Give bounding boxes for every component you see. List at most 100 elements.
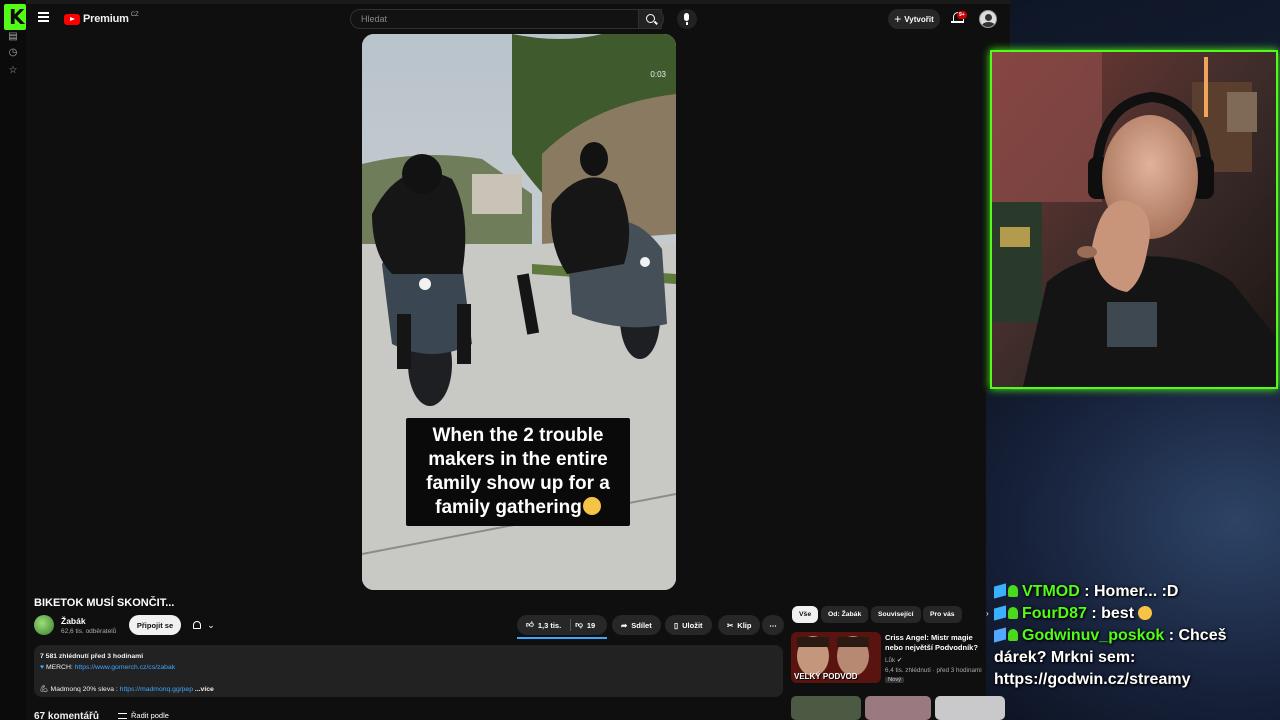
clip-button[interactable]: ✂ Klip — [718, 615, 761, 635]
chat-message: VTMOD : Homer... :D — [994, 581, 1274, 603]
heart-icon: ♥ — [40, 664, 45, 671]
youtube-logo[interactable]: Premium CZ — [64, 12, 139, 26]
star-icon[interactable]: ☆ — [6, 64, 20, 78]
more-actions-button[interactable]: ⋯ — [762, 615, 784, 635]
recommendation-title[interactable]: Criss Angel: Mistr magie nebo největší P… — [885, 633, 990, 653]
view-count: 7 581 zhlédnutí — [40, 653, 89, 660]
youtube-play-icon — [64, 13, 80, 25]
like-ratio-bar — [517, 637, 607, 639]
search-button[interactable] — [638, 9, 664, 29]
channel-avatar[interactable] — [34, 615, 54, 635]
library-icon[interactable]: ▤ — [6, 30, 20, 44]
create-label: Vytvořit — [904, 14, 934, 24]
hamburger-menu-icon[interactable] — [38, 12, 50, 24]
video-title: BIKETOK MUSÍ SKONČIT... — [34, 597, 175, 609]
video-caption: When the 2 trouble makers in the entire … — [406, 418, 630, 526]
recommendation-thumbnail-4[interactable] — [935, 696, 1005, 720]
chevron-right-icon[interactable]: › — [986, 609, 989, 618]
flex-emoji-icon: 💪︎ — [40, 686, 49, 693]
sort-label: Řadit podle — [131, 711, 169, 720]
subscription-notify-button[interactable]: ⌄ — [186, 615, 222, 635]
screen: K ▤ ◷ ☆ Premium CZ Hledat + Vytvořit 9+ — [0, 0, 1280, 720]
streamer-webcam-image — [992, 52, 1276, 387]
sort-comments-button[interactable]: Řadit podle — [118, 711, 169, 720]
recommendation-thumbnail[interactable]: VELKÝ PODVOD — [791, 632, 881, 683]
recommendation-channel-name[interactable]: Lůk — [885, 657, 895, 664]
search-icon — [646, 14, 655, 23]
dislike-count[interactable]: 19 — [587, 621, 595, 630]
new-badge: Nový — [885, 677, 905, 683]
recommendation-thumbnail-3[interactable] — [865, 696, 931, 720]
promo-label: Madmonq 20% sleva : — [50, 686, 118, 693]
promo-link[interactable]: https://madmonq.gg/pep — [120, 686, 193, 693]
share-icon: ➦ — [621, 620, 628, 630]
more-icon: ⋯ — [769, 620, 777, 630]
description-box[interactable]: 7 581 zhlédnutí před 3 hodinami ♥ MERCH:… — [34, 645, 783, 697]
like-count[interactable]: 1,3 tis. — [538, 621, 561, 630]
browser-edge — [26, 0, 1010, 4]
chip-related[interactable]: Související — [871, 606, 921, 623]
chip-from-channel[interactable]: Od: Žabák — [821, 606, 869, 623]
video-player[interactable]: 0:03 When the 2 trouble makers in the en… — [362, 34, 676, 590]
bell-icon — [193, 621, 202, 629]
search-placeholder: Hledat — [361, 14, 388, 24]
chip-all[interactable]: Vše — [792, 606, 819, 623]
video-timestamp: 0:03 — [650, 70, 666, 79]
recommendation-thumbnail-2[interactable] — [791, 696, 861, 720]
chat-text: best — [1101, 605, 1135, 622]
chat-message: Godwinuv_poskok : Chceš dárek? Mrkni sem… — [994, 627, 1227, 688]
create-button[interactable]: + Vytvořit — [888, 9, 940, 29]
chat-username[interactable]: FourD87 — [1022, 605, 1087, 622]
webcam-overlay — [990, 50, 1278, 389]
subscriber-badge-icon — [994, 605, 1006, 621]
moderator-badge-icon — [1008, 629, 1018, 641]
thumbs-up-icon[interactable]: 👍︎ — [526, 620, 534, 630]
youtube-logo-text: Premium — [83, 13, 129, 25]
sort-icon — [118, 712, 127, 719]
save-button[interactable]: ▯ Uložit — [665, 615, 712, 635]
moderator-badge-icon — [1008, 607, 1018, 619]
subscriber-badge-icon — [994, 627, 1006, 643]
upload-time: před 3 hodinami — [90, 653, 144, 660]
channel-subscribers: 62,6 tis. odběratelů — [61, 628, 117, 635]
like-divider — [570, 619, 571, 631]
notifications-badge: 9+ — [957, 11, 967, 19]
laughing-emoji-icon — [1138, 606, 1153, 620]
chat-text: Homer... :D — [1094, 583, 1179, 600]
plus-icon: + — [894, 12, 902, 26]
kick-sidebar — [0, 0, 26, 720]
comments-count: 67 komentářů — [34, 711, 100, 720]
youtube-country-code: CZ — [130, 12, 139, 18]
share-button[interactable]: ➦ Sdílet — [612, 615, 661, 635]
chip-for-you[interactable]: Pro vás — [923, 606, 962, 623]
thumbnail-text: VELKÝ PODVOD — [794, 672, 858, 681]
chat-username[interactable]: Godwinuv_poskok — [1022, 627, 1164, 644]
search-input[interactable]: Hledat — [350, 9, 662, 29]
moderator-badge-icon — [1008, 585, 1018, 597]
join-button[interactable]: Připojit se — [129, 615, 181, 635]
voice-search-mic-icon[interactable] — [677, 9, 697, 29]
like-dislike-group: 👍︎ 1,3 tis. 👎︎ 19 — [517, 615, 607, 635]
laughing-emoji-icon — [582, 497, 601, 515]
account-avatar[interactable] — [979, 10, 997, 28]
scissors-icon: ✂ — [727, 620, 734, 630]
recommendation-meta: 6,4 tis. zhlédnutí · před 3 hodinami — [885, 667, 982, 674]
clip-label: Klip — [737, 620, 752, 630]
save-label: Uložit — [682, 620, 703, 630]
chat-message: FourD87 : best — [994, 603, 1274, 625]
chevron-down-icon: ⌄ — [207, 619, 215, 630]
merch-label: MERCH: — [45, 664, 73, 671]
verified-icon: ✔︎ — [896, 657, 903, 664]
share-label: Sdílet — [631, 620, 652, 630]
stream-chat: VTMOD : Homer... :D FourD87 : best Godwi… — [994, 581, 1274, 691]
channel-name[interactable]: Žabák — [61, 616, 86, 626]
thumbs-down-icon[interactable]: 👎︎ — [575, 620, 583, 630]
youtube-topbar: Premium CZ Hledat + Vytvořit 9+ — [26, 0, 1010, 38]
kick-logo[interactable]: K — [4, 4, 26, 30]
show-more-link[interactable]: ...více — [195, 686, 214, 693]
subscriber-badge-icon — [994, 583, 1006, 599]
recommendation-channel: Lůk ✔︎ — [885, 657, 902, 664]
history-icon[interactable]: ◷ — [6, 46, 20, 60]
chat-username[interactable]: VTMOD — [1022, 583, 1080, 600]
merch-link[interactable]: https://www.gomerch.cz/cs/zabak — [75, 664, 175, 671]
